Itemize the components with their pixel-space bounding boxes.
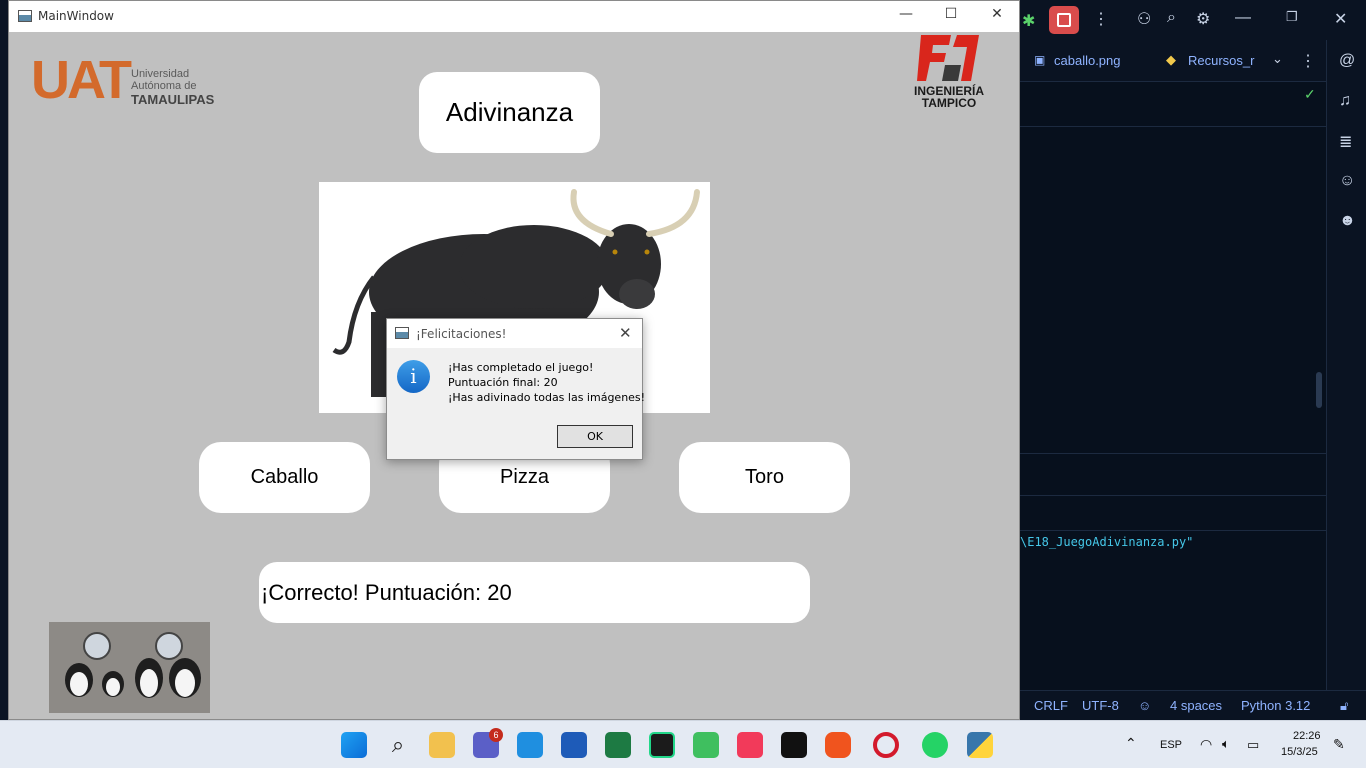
dialog-message-line1: ¡Has completado el juego! bbox=[448, 361, 594, 374]
uat-logo-line2: Autónoma de bbox=[131, 80, 197, 92]
ide-tabbar: ▣ caballo.png ◆ Recursos_r ⌄ ⋮ bbox=[1020, 40, 1326, 82]
window-titlebar: MainWindow — ☐ ✕ bbox=[9, 1, 1019, 32]
fi-logo-line2: TAMPICO bbox=[921, 96, 977, 110]
close-button[interactable]: ✕ bbox=[982, 6, 1012, 26]
info-icon: i bbox=[397, 360, 430, 393]
uat-logo-line3: TAMAULIPAS bbox=[131, 92, 215, 107]
excel-icon[interactable] bbox=[605, 732, 631, 758]
fi-logo-mark bbox=[917, 35, 979, 81]
uat-logo-mark: UAT bbox=[31, 50, 132, 110]
add-user-icon[interactable]: ⚇ bbox=[1137, 9, 1151, 29]
congrats-dialog: ¡Felicitaciones! ✕ i ¡Has completado el … bbox=[386, 318, 646, 460]
check-icon: ✓ bbox=[1304, 86, 1316, 102]
clock-time[interactable]: 22:26 bbox=[1293, 730, 1321, 742]
opera-icon[interactable] bbox=[873, 732, 899, 758]
notification-icon[interactable]: ✎ bbox=[1333, 736, 1345, 753]
copilot-chat-icon[interactable]: ☻ bbox=[1339, 212, 1356, 230]
ok-button[interactable]: OK bbox=[557, 425, 633, 448]
tab-recursos[interactable]: Recursos_r bbox=[1188, 53, 1254, 68]
option-caballo-button[interactable]: Caballo bbox=[199, 442, 370, 513]
dialog-message-line2: Puntuación final: 20 bbox=[448, 376, 558, 389]
ide-right-toolbar: @ ♫ ≣ ☺ ☻ bbox=[1326, 40, 1366, 720]
gear-icon[interactable]: ⚙ bbox=[1196, 9, 1210, 29]
chevron-up-icon[interactable]: ⌃ bbox=[1125, 735, 1137, 752]
vscode-icon[interactable] bbox=[517, 732, 543, 758]
python-icon[interactable] bbox=[967, 732, 993, 758]
ide-window: ✱ ⋮ ⚇ ⌕ ⚙ — ❐ ✕ ▣ caballo.png ◆ Recursos… bbox=[1020, 0, 1366, 720]
dialog-message-line3: ¡Has adivinado todas las imágenes! bbox=[448, 391, 646, 404]
dialog-close-button[interactable]: ✕ bbox=[619, 324, 632, 342]
debug-icon[interactable]: ✱ bbox=[1022, 11, 1035, 31]
interpreter-status[interactable]: Python 3.12 bbox=[1241, 698, 1310, 713]
qt-designer-icon[interactable] bbox=[693, 732, 719, 758]
chevron-down-icon[interactable]: ⌄ bbox=[1272, 51, 1283, 67]
dialog-app-icon bbox=[395, 327, 409, 339]
maximize-button[interactable]: ☐ bbox=[936, 6, 966, 26]
ide-toolbar: ✱ ⋮ ⚇ ⌕ ⚙ — ❐ ✕ bbox=[1020, 0, 1366, 40]
taskbar: ⌕ 6 ⌃ ESP ◠ 🔈︎ ▭ 22:26 15/3/25 ✎ bbox=[0, 720, 1366, 768]
copilot-icon[interactable]: ☺ bbox=[1339, 172, 1355, 190]
volume-icon[interactable]: 🔈︎ bbox=[1222, 736, 1230, 752]
option-toro-button[interactable]: Toro bbox=[679, 442, 850, 513]
divider bbox=[1020, 126, 1326, 127]
more-icon[interactable]: ⋮ bbox=[1093, 9, 1109, 29]
window-title: MainWindow bbox=[38, 9, 114, 23]
whatsapp-icon[interactable] bbox=[922, 732, 948, 758]
music-icon[interactable] bbox=[737, 732, 763, 758]
dialog-titlebar: ¡Felicitaciones! ✕ bbox=[387, 319, 642, 348]
search-icon[interactable]: ⌕ bbox=[385, 732, 411, 758]
start-icon[interactable] bbox=[341, 732, 367, 758]
file-explorer-icon[interactable] bbox=[429, 732, 455, 758]
terminal-path: \E18_JuegoAdivinanza.py" bbox=[1020, 535, 1194, 549]
apple-tv-icon[interactable] bbox=[781, 732, 807, 758]
image-file-icon: ▣ bbox=[1034, 53, 1046, 67]
minimize-icon[interactable]: — bbox=[1235, 9, 1251, 27]
notifications-icon[interactable]: ♫ bbox=[1339, 92, 1351, 110]
database-icon[interactable]: ≣ bbox=[1339, 132, 1352, 152]
dialog-title: ¡Felicitaciones! bbox=[416, 327, 507, 341]
lock-icon[interactable]: 🔓︎ bbox=[1340, 698, 1348, 714]
teams-badge: 6 bbox=[489, 728, 503, 742]
language-indicator[interactable]: ESP bbox=[1160, 739, 1182, 751]
divider bbox=[1020, 453, 1326, 454]
minimize-button[interactable]: — bbox=[891, 6, 921, 26]
result-label: ¡Correcto! Puntuación: 20 bbox=[259, 562, 810, 623]
penguins-image bbox=[49, 622, 210, 713]
copilot-status-icon[interactable]: ☺ bbox=[1138, 698, 1151, 713]
divider bbox=[1020, 530, 1326, 531]
scrollbar-thumb[interactable] bbox=[1316, 372, 1322, 408]
indent-status[interactable]: 4 spaces bbox=[1170, 698, 1222, 713]
python-file-icon: ◆ bbox=[1166, 52, 1176, 67]
ide-statusbar: CRLF UTF-8 ☺ 4 spaces Python 3.12 🔓︎ bbox=[1020, 690, 1366, 720]
word-icon[interactable] bbox=[561, 732, 587, 758]
search-icon[interactable]: ⌕ bbox=[1167, 9, 1176, 27]
uat-logo-line1: Universidad bbox=[131, 68, 190, 80]
fi-logo: INGENIERÍA TAMPICO bbox=[901, 35, 997, 115]
stop-button[interactable] bbox=[1049, 6, 1079, 34]
app-icon bbox=[18, 10, 32, 22]
divider bbox=[1020, 495, 1326, 496]
battery-icon[interactable]: ▭ bbox=[1247, 737, 1259, 753]
clock-date[interactable]: 15/3/25 bbox=[1281, 746, 1318, 758]
tab-more-icon[interactable]: ⋮ bbox=[1300, 51, 1316, 71]
restore-icon[interactable]: ❐ bbox=[1286, 9, 1298, 25]
line-ending-status[interactable]: CRLF bbox=[1034, 698, 1068, 713]
pycharm-icon[interactable] bbox=[649, 732, 675, 758]
encoding-status[interactable]: UTF-8 bbox=[1082, 698, 1119, 713]
game-heading: Adivinanza bbox=[419, 72, 600, 153]
close-icon[interactable]: ✕ bbox=[1334, 9, 1347, 29]
wifi-icon[interactable]: ◠ bbox=[1200, 736, 1212, 753]
tab-caballo-png[interactable]: caballo.png bbox=[1054, 53, 1121, 68]
brave-icon[interactable] bbox=[825, 732, 851, 758]
ai-assistant-icon[interactable]: @ bbox=[1339, 52, 1355, 70]
